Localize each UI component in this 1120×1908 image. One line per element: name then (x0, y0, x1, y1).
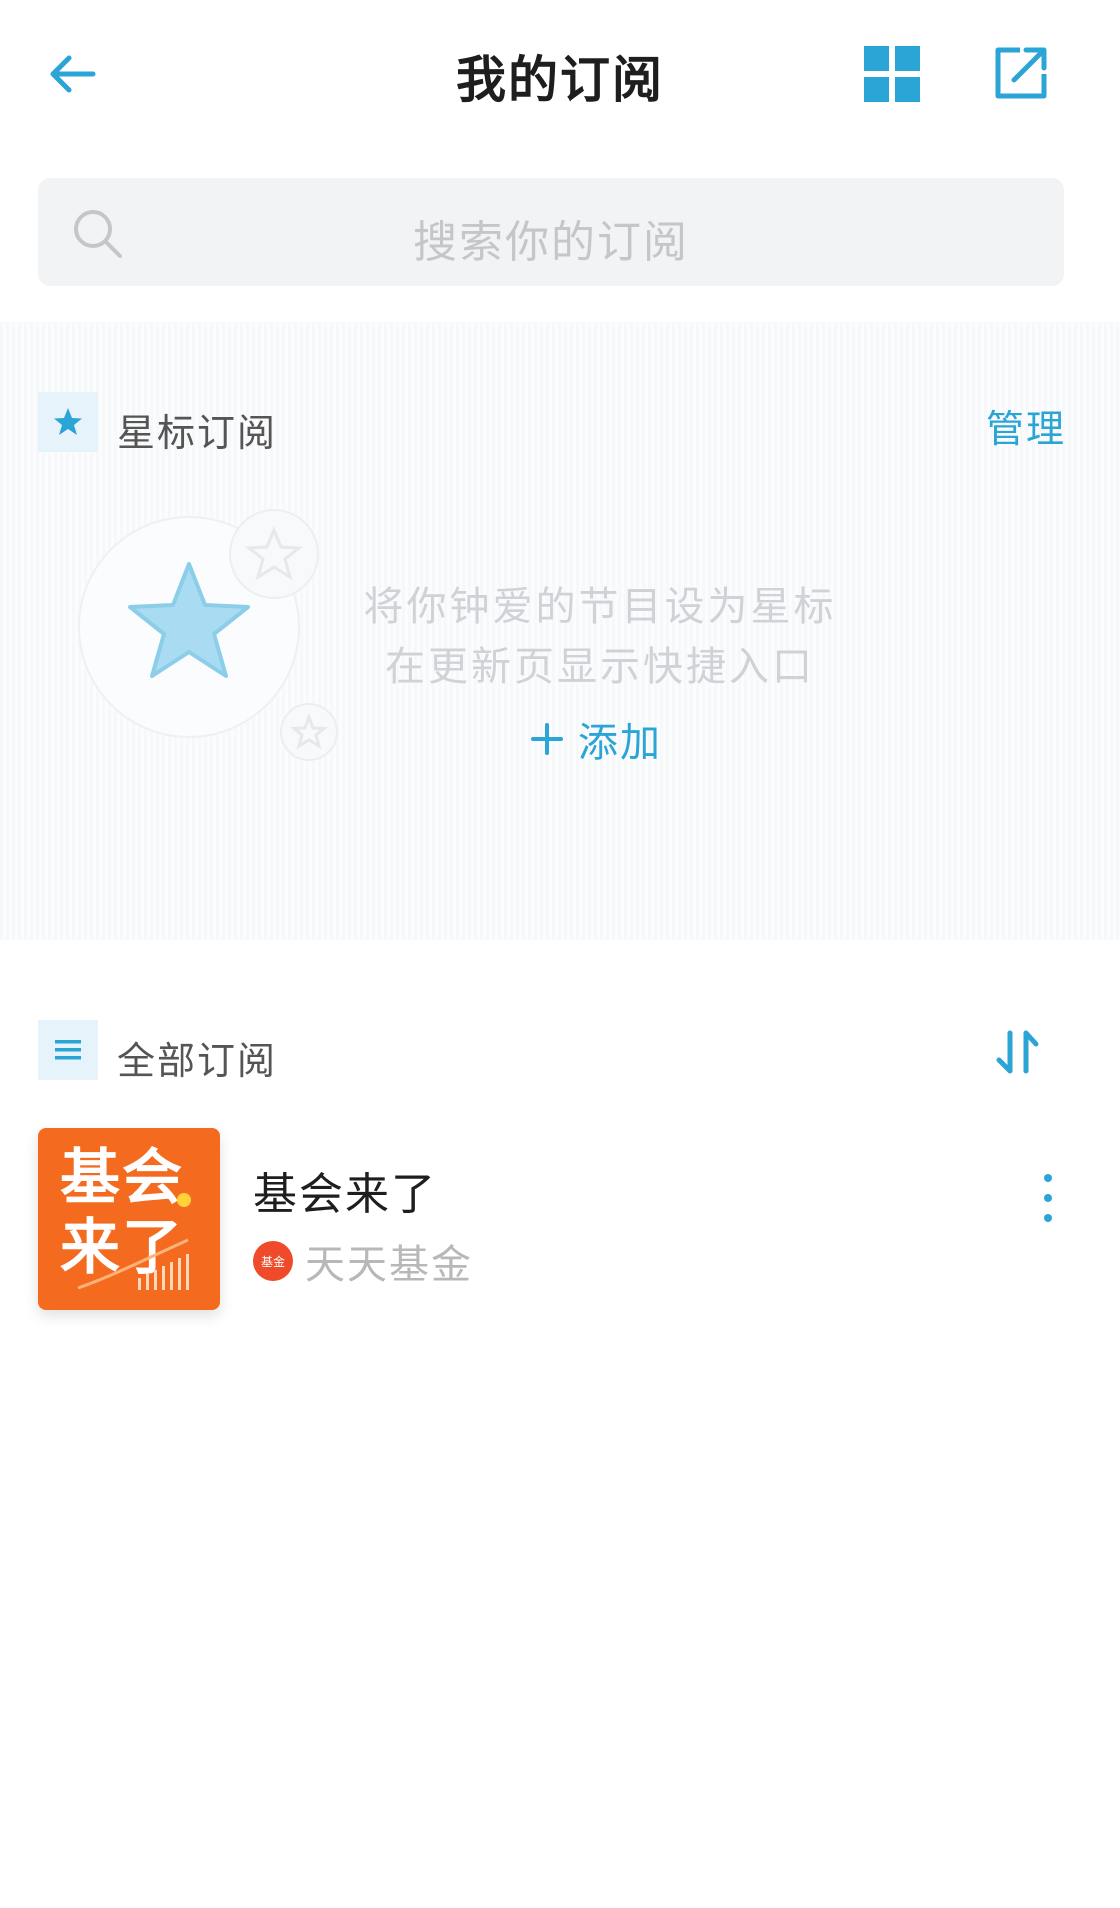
subscription-author: 基金 天天基金 (253, 1232, 473, 1290)
subscription-item[interactable]: 基会 来了 基会来了 基金 天天基金 (38, 1128, 1082, 1314)
author-logo: 基金 (253, 1241, 293, 1281)
podcast-cover: 基会 来了 (38, 1128, 220, 1310)
more-dot (1044, 1194, 1052, 1202)
cover-decoration (77, 1193, 191, 1290)
star-icon (54, 408, 82, 435)
header-bar: 我的订阅 (0, 0, 1120, 145)
page-title: 我的订阅 (456, 51, 664, 109)
search-placeholder: 搜索你的订阅 (413, 217, 689, 268)
empty-hint-line1: 将你钟爱的节目设为星标 (363, 584, 837, 630)
empty-hint-line2: 在更新页显示快捷入口 (385, 644, 815, 690)
grid-view-button[interactable] (862, 44, 922, 104)
add-star-button[interactable]: 添加 (530, 710, 662, 768)
add-star-label: 添加 (578, 720, 662, 766)
list-icon (55, 1040, 81, 1060)
author-name: 天天基金 (305, 1242, 473, 1288)
more-dot (1044, 1174, 1052, 1182)
more-dot (1044, 1214, 1052, 1222)
all-section-icon (38, 1020, 98, 1080)
more-options-button[interactable] (1028, 1168, 1068, 1228)
all-section-label: 全部订阅 (117, 1039, 278, 1083)
search-input[interactable]: 搜索你的订阅 (38, 178, 1064, 286)
starred-section-icon (38, 392, 98, 452)
sort-button[interactable] (990, 1025, 1046, 1081)
grid-icon (864, 46, 920, 102)
sort-icon (996, 1030, 1039, 1074)
share-external-icon (995, 47, 1047, 99)
share-button[interactable] (990, 42, 1052, 104)
manage-button[interactable]: 管理 (986, 398, 1066, 453)
subscription-title: 基会来了 (253, 1169, 437, 1220)
starred-section-label: 星标订阅 (117, 411, 278, 455)
plus-icon (531, 723, 563, 755)
starred-section: 星标订阅 管理 将你钟爱的节目设为星标 在更新页显示快捷入口 添加 (0, 322, 1120, 940)
